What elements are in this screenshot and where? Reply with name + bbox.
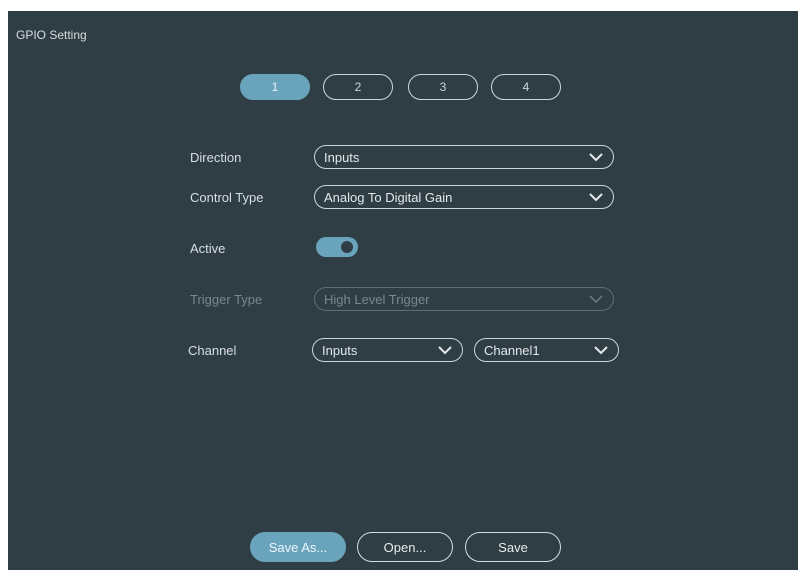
direction-label: Direction xyxy=(190,150,242,165)
tab-4-label: 4 xyxy=(522,80,530,94)
tab-3-label: 3 xyxy=(439,80,447,94)
tab-1[interactable]: 1 xyxy=(240,74,310,100)
channel-source-value: Inputs xyxy=(322,342,358,358)
active-toggle[interactable] xyxy=(316,237,358,257)
active-label: Active xyxy=(190,241,226,256)
control-type-value: Analog To Digital Gain xyxy=(324,189,453,205)
trigger-type-select: High Level Trigger xyxy=(314,287,614,311)
save-as-label: Save As... xyxy=(268,539,328,555)
chevron-down-icon xyxy=(589,153,603,162)
channel-source-select[interactable]: Inputs xyxy=(312,338,463,362)
panel-title: GPIO Setting xyxy=(16,28,87,42)
tab-1-label: 1 xyxy=(271,80,279,94)
direction-select[interactable]: Inputs xyxy=(314,145,614,169)
channel-number-value: Channel1 xyxy=(484,342,540,358)
direction-value: Inputs xyxy=(324,149,360,165)
tab-4[interactable]: 4 xyxy=(491,74,561,100)
tab-2-label: 2 xyxy=(354,80,362,94)
save-label: Save xyxy=(498,539,528,555)
trigger-type-label: Trigger Type xyxy=(190,292,263,307)
tab-2[interactable]: 2 xyxy=(323,74,393,100)
chevron-down-icon xyxy=(594,346,608,355)
chevron-down-icon xyxy=(589,193,603,202)
save-button[interactable]: Save xyxy=(465,532,561,562)
control-type-select[interactable]: Analog To Digital Gain xyxy=(314,185,614,209)
save-as-button[interactable]: Save As... xyxy=(250,532,346,562)
channel-label: Channel xyxy=(188,343,237,358)
chevron-down-icon xyxy=(589,295,603,304)
chevron-down-icon xyxy=(438,346,452,355)
toggle-knob xyxy=(341,241,353,253)
channel-number-select[interactable]: Channel1 xyxy=(474,338,619,362)
trigger-type-value: High Level Trigger xyxy=(324,291,430,307)
control-type-label: Control Type xyxy=(190,190,264,205)
open-label: Open... xyxy=(383,539,427,555)
tab-3[interactable]: 3 xyxy=(408,74,478,100)
open-button[interactable]: Open... xyxy=(357,532,453,562)
